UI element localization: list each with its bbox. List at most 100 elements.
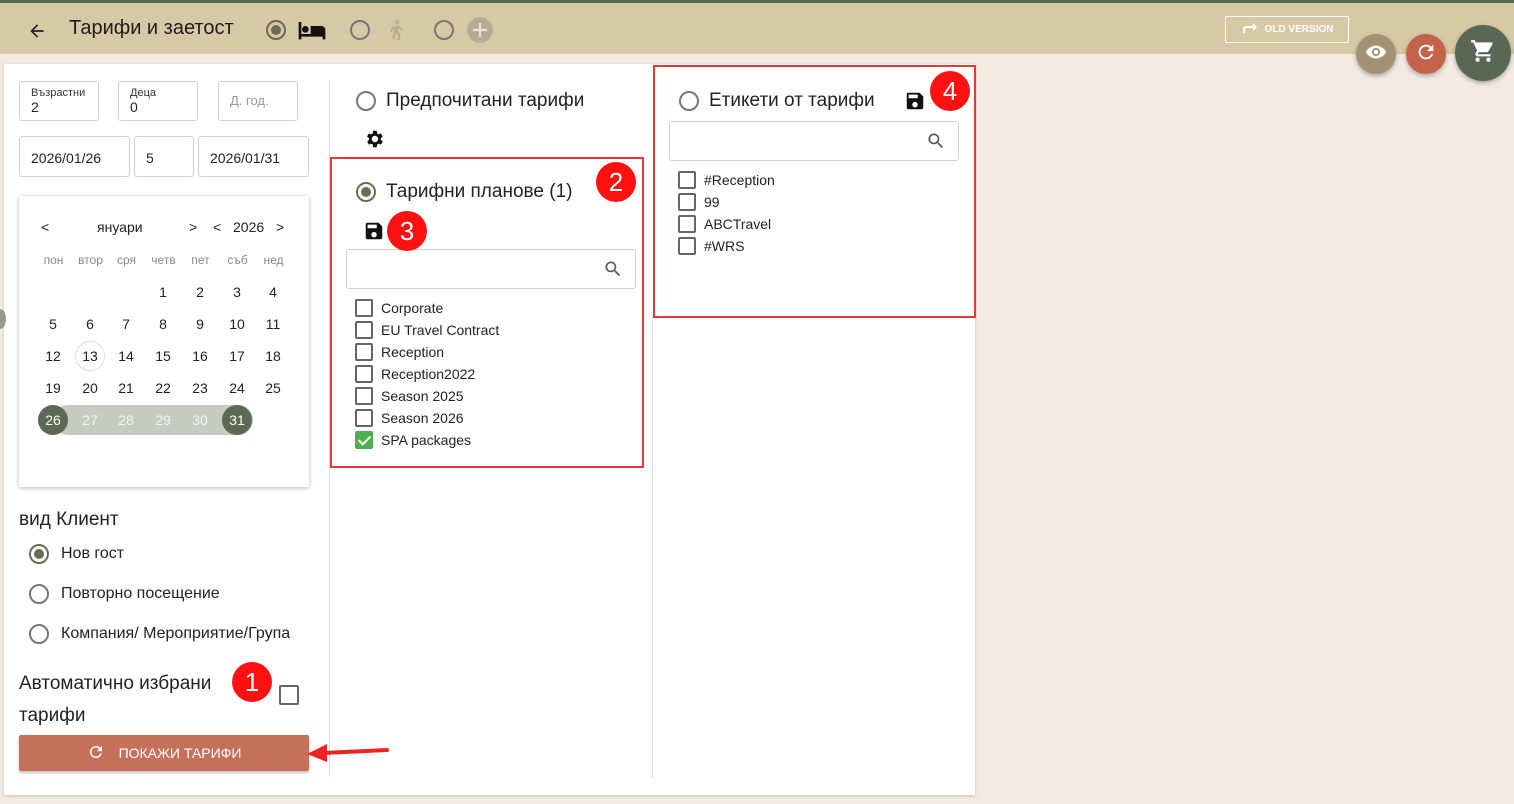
rate-tag-checkbox[interactable] [678, 215, 696, 233]
rate-plans-search-input[interactable] [346, 249, 636, 289]
calendar-day[interactable]: 11 [258, 309, 288, 339]
rate-tag-item[interactable]: #WRS [678, 237, 775, 255]
rate-tags-radio[interactable] [679, 91, 699, 111]
calendar-day[interactable]: 31 [222, 405, 252, 435]
calendar-day[interactable]: 21 [111, 373, 141, 403]
calendar-day[interactable]: 5 [38, 309, 68, 339]
old-version-button[interactable]: OLD VERSION [1225, 16, 1349, 43]
calendar-day[interactable]: 22 [148, 373, 178, 403]
client-option-returning[interactable]: Повторно посещение [29, 584, 220, 604]
calendar-day[interactable]: 27 [75, 405, 105, 435]
adults-field[interactable]: Възрастни 2 [19, 81, 99, 121]
rate-tag-checkbox[interactable] [678, 193, 696, 211]
auto-selected-checkbox[interactable] [279, 685, 299, 705]
preview-button[interactable] [1356, 34, 1396, 74]
calendar-day[interactable]: 4 [258, 277, 288, 307]
calendar-day[interactable]: 12 [38, 341, 68, 371]
client-radio-new[interactable] [29, 544, 49, 564]
children-ages-field[interactable]: Д. год. [218, 81, 298, 121]
calendar-day[interactable]: 18 [258, 341, 288, 371]
rate-tags-option[interactable]: Етикети от тарифи [679, 90, 875, 112]
client-radio-returning[interactable] [29, 584, 49, 604]
client-option-new[interactable]: Нов гост [29, 544, 124, 564]
mode-radio-rooms[interactable] [266, 20, 286, 40]
calendar-day[interactable]: 28 [111, 405, 141, 435]
preferred-rates-radio[interactable] [356, 91, 376, 111]
auto-selected-label: Автоматично избрани тарифи [19, 673, 212, 726]
calendar-day[interactable]: 16 [185, 341, 215, 371]
next-month-button[interactable]: > [189, 219, 197, 235]
rate-plan-item[interactable]: Season 2026 [355, 409, 499, 427]
calendar-day[interactable]: 20 [75, 373, 105, 403]
calendar-day[interactable]: 14 [111, 341, 141, 371]
rate-tag-item[interactable]: ABCTravel [678, 215, 775, 233]
calendar-day[interactable]: 6 [75, 309, 105, 339]
prev-month-button[interactable]: < [41, 219, 49, 235]
calendar-day[interactable]: 25 [258, 373, 288, 403]
column-divider [652, 316, 653, 778]
calendar-day[interactable]: 8 [148, 309, 178, 339]
rate-plan-checkbox[interactable] [355, 409, 373, 427]
calendar-day[interactable]: 19 [38, 373, 68, 403]
rate-tag-item[interactable]: 99 [678, 193, 775, 211]
mode-radio-extras[interactable] [434, 20, 454, 40]
calendar-day[interactable]: 26 [38, 405, 68, 435]
rate-plan-item[interactable]: SPA packages [355, 431, 499, 449]
client-option-company[interactable]: Компания/ Мероприятие/Група [29, 624, 290, 644]
calendar-day[interactable]: 23 [185, 373, 215, 403]
mode-radio-activities[interactable] [350, 20, 370, 40]
rate-tag-item[interactable]: #Reception [678, 171, 775, 189]
show-rates-button[interactable]: ПОКАЖИ ТАРИФИ [19, 735, 309, 771]
calendar-day[interactable]: 7 [111, 309, 141, 339]
rate-plan-checkbox[interactable] [355, 299, 373, 317]
rate-plan-item[interactable]: EU Travel Contract [355, 321, 499, 339]
nights-field[interactable]: 5 [134, 136, 194, 177]
next-year-button[interactable]: > [276, 219, 284, 235]
client-type-title: вид Клиент [19, 509, 119, 530]
rate-plan-checkbox[interactable] [355, 365, 373, 383]
cart-button[interactable] [1455, 25, 1511, 81]
rate-plan-checkbox[interactable] [355, 343, 373, 361]
refresh-button[interactable] [1406, 34, 1446, 74]
children-field[interactable]: Деца 0 [118, 81, 198, 121]
calendar-day[interactable]: 30 [185, 405, 215, 435]
rate-tag-checkbox[interactable] [678, 171, 696, 189]
rate-plan-label: Season 2026 [381, 410, 464, 426]
calendar-month: януари [97, 219, 143, 235]
client-option-label: Повторно посещение [61, 585, 220, 602]
calendar-day[interactable]: 29 [148, 405, 178, 435]
date-from-field[interactable]: 2026/01/26 [19, 136, 130, 177]
calendar-day[interactable]: 24 [222, 373, 252, 403]
rate-plan-checkbox[interactable] [355, 387, 373, 405]
refresh-icon [1415, 41, 1437, 68]
rate-plan-item[interactable]: Season 2025 [355, 387, 499, 405]
rate-tags-search-input[interactable] [669, 121, 959, 161]
settings-gear-icon[interactable] [363, 128, 385, 155]
rate-tag-checkbox[interactable] [678, 237, 696, 255]
calendar-day[interactable]: 10 [222, 309, 252, 339]
calendar-day[interactable]: 2 [185, 277, 215, 307]
calendar-day[interactable]: 17 [222, 341, 252, 371]
save-floppy-icon[interactable] [363, 220, 385, 247]
rate-plans-radio[interactable] [356, 182, 376, 202]
preferred-rates-option[interactable]: Предпочитани тарифи [356, 90, 584, 112]
rate-plan-checkbox[interactable] [355, 431, 373, 449]
rate-plan-checkbox[interactable] [355, 321, 373, 339]
calendar-day[interactable]: 13 [75, 341, 105, 371]
calendar-day[interactable]: 9 [185, 309, 215, 339]
prev-year-button[interactable]: < [213, 219, 221, 235]
rate-tag-label: #Reception [704, 172, 775, 188]
annotation-badge: 1 [232, 662, 272, 702]
client-radio-company[interactable] [29, 624, 49, 644]
calendar-day[interactable]: 1 [148, 277, 178, 307]
rate-plan-item[interactable]: Reception2022 [355, 365, 499, 383]
calendar-day[interactable]: 3 [222, 277, 252, 307]
rate-plan-item[interactable]: Corporate [355, 299, 499, 317]
annotation-badge: 2 [596, 162, 636, 202]
rate-plans-option[interactable]: Тарифни планове (1) [356, 181, 572, 203]
rate-plan-item[interactable]: Reception [355, 343, 499, 361]
save-floppy-icon[interactable] [904, 90, 926, 117]
date-to-field[interactable]: 2026/01/31 [198, 136, 309, 177]
back-arrow-icon[interactable] [24, 18, 50, 44]
calendar-day[interactable]: 15 [148, 341, 178, 371]
